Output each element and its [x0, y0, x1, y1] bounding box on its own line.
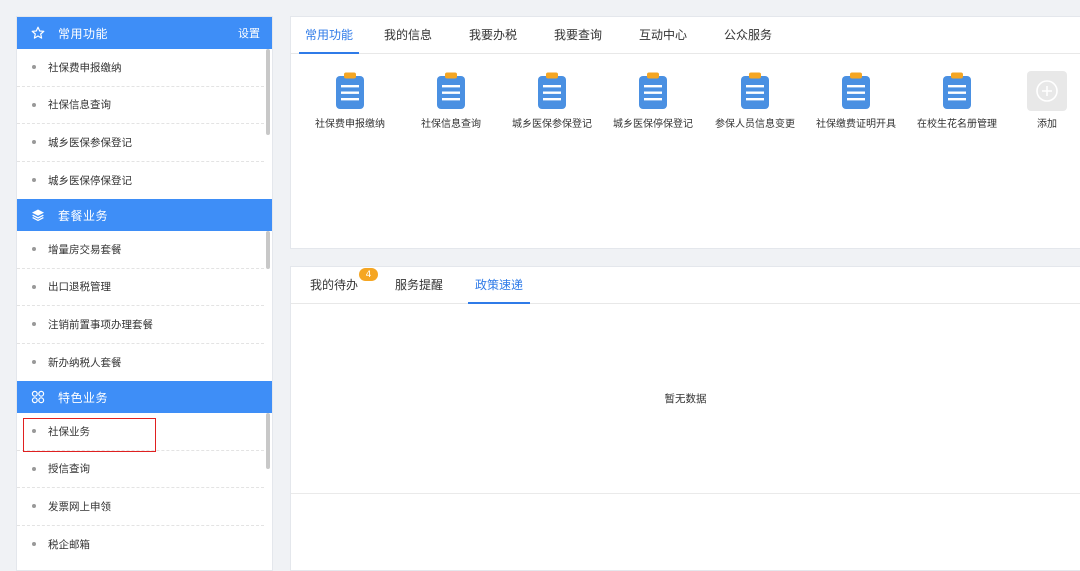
function-item[interactable]: 在校生花名册管理 — [911, 71, 1003, 131]
settings-link[interactable]: 设置 — [238, 25, 260, 41]
tab-tax-handling[interactable]: 我要办税 — [467, 16, 519, 53]
bullet-icon — [32, 466, 36, 471]
section-list-common: 社保费申报缴纳 社保信息查询 城乡医保参保登记 城乡医保停保登记 — [17, 49, 272, 199]
plus-circle-icon — [1027, 71, 1067, 111]
section-header-common: 常用功能 设置 — [17, 17, 272, 49]
sidebar-item[interactable]: 出口退税管理 — [17, 269, 264, 306]
function-label: 在校生花名册管理 — [917, 119, 997, 130]
functions-panel: 常用功能 我的信息 我要办税 我要查询 互动中心 公众服务 社保费申报缴纳 社保… — [290, 16, 1080, 249]
tab-my-info[interactable]: 我的信息 — [382, 16, 434, 53]
sidebar-item-label: 授信查询 — [48, 463, 90, 476]
sidebar-item-label: 增量房交易套餐 — [48, 243, 122, 256]
sidebar-item[interactable]: 城乡医保停保登记 — [17, 162, 264, 200]
sidebar-item-label: 社保信息查询 — [48, 99, 111, 112]
bullet-icon — [32, 504, 36, 509]
divider — [291, 493, 1080, 494]
sidebar-item-label: 发票网上申领 — [48, 500, 111, 513]
function-label: 添加 — [1037, 119, 1057, 130]
bullet-icon — [32, 429, 36, 434]
tab-query[interactable]: 我要查询 — [552, 16, 604, 53]
tab-label: 我的待办 — [309, 278, 358, 292]
sidebar-item-label: 社保业务 — [48, 425, 90, 438]
sidebar-item[interactable]: 城乡医保参保登记 — [17, 124, 264, 162]
section-header-special: 特色业务 — [17, 381, 272, 413]
sidebar-item[interactable]: 发票网上申领 — [17, 488, 264, 526]
layers-icon — [31, 208, 45, 222]
sidebar-item[interactable]: 新办纳税人套餐 — [17, 344, 264, 382]
clipboard-icon — [437, 72, 465, 109]
add-function-button[interactable]: 添加 — [1013, 71, 1080, 131]
bullet-icon — [32, 284, 36, 289]
bottom-tabs: 我的待办 4 服务提醒 政策速递 — [291, 267, 1080, 304]
function-label: 社保信息查询 — [421, 119, 481, 130]
top-tabs: 常用功能 我的信息 我要办税 我要查询 互动中心 公众服务 — [291, 17, 1080, 54]
bullet-icon — [32, 102, 36, 107]
bullet-icon — [32, 360, 36, 365]
todo-panel: 我的待办 4 服务提醒 政策速递 暂无数据 — [290, 266, 1080, 571]
function-item[interactable]: 参保人员信息变更 — [709, 71, 801, 131]
function-item[interactable]: 城乡医保停保登记 — [607, 71, 699, 131]
section-list-special: 社保业务 授信查询 发票网上申领 税企邮箱 — [17, 413, 272, 563]
clipboard-icon — [639, 72, 667, 109]
clipboard-icon — [943, 72, 971, 109]
section-title: 套餐业务 — [58, 208, 109, 223]
tab-interaction-center[interactable]: 互动中心 — [637, 16, 689, 53]
scrollbar-thumb[interactable] — [266, 49, 270, 135]
sidebar-item-label: 新办纳税人套餐 — [48, 356, 122, 369]
function-label: 城乡医保参保登记 — [512, 119, 592, 130]
clipboard-icon — [741, 72, 769, 109]
sidebar-item[interactable]: 注销前置事项办理套餐 — [17, 306, 264, 344]
tab-public-service[interactable]: 公众服务 — [722, 16, 774, 53]
bullet-icon — [32, 178, 36, 183]
todo-count-badge: 4 — [359, 268, 378, 281]
section-header-package: 套餐业务 — [17, 199, 272, 231]
sidebar-item-label: 社保费申报缴纳 — [48, 61, 122, 74]
star-icon — [31, 26, 45, 40]
clipboard-icon — [842, 72, 870, 109]
tab-policy-express[interactable]: 政策速递 — [468, 266, 530, 304]
clipboard-icon — [336, 72, 364, 109]
sidebar-item-label: 城乡医保参保登记 — [48, 136, 132, 149]
grid-icon — [31, 390, 45, 404]
clipboard-icon — [538, 72, 566, 109]
tab-my-todo[interactable]: 我的待办 4 — [308, 266, 378, 303]
sidebar: 常用功能 设置 社保费申报缴纳 社保信息查询 城乡医保参保登记 城乡医保停保登记… — [16, 16, 273, 571]
scrollbar-thumb[interactable] — [266, 413, 270, 469]
sidebar-item[interactable]: 授信查询 — [17, 451, 264, 488]
sidebar-item-label: 注销前置事项办理套餐 — [48, 318, 153, 331]
bullet-icon — [32, 322, 36, 327]
function-item[interactable]: 社保费申报缴纳 — [304, 71, 396, 131]
bullet-icon — [32, 140, 36, 145]
sidebar-item-social-security[interactable]: 社保业务 — [17, 413, 264, 451]
function-label: 参保人员信息变更 — [715, 119, 795, 130]
sidebar-item-label: 城乡医保停保登记 — [48, 174, 132, 187]
section-title: 特色业务 — [58, 390, 109, 405]
bullet-icon — [32, 542, 36, 547]
function-label: 城乡医保停保登记 — [613, 119, 693, 130]
function-item[interactable]: 社保信息查询 — [405, 71, 497, 131]
tab-service-reminder[interactable]: 服务提醒 — [393, 266, 445, 303]
sidebar-item-label: 税企邮箱 — [48, 538, 90, 551]
tab-common-functions[interactable]: 常用功能 — [299, 16, 359, 54]
sidebar-item[interactable]: 社保费申报缴纳 — [17, 49, 264, 87]
bullet-icon — [32, 65, 36, 70]
section-title: 常用功能 — [58, 26, 109, 41]
function-item[interactable]: 城乡医保参保登记 — [506, 71, 598, 131]
function-label: 社保费申报缴纳 — [315, 119, 385, 130]
function-grid: 社保费申报缴纳 社保信息查询 城乡医保参保登记 城乡医保停保登记 参保人员信息变… — [291, 54, 1080, 244]
section-list-package: 增量房交易套餐 出口退税管理 注销前置事项办理套餐 新办纳税人套餐 — [17, 231, 272, 381]
scrollbar-thumb[interactable] — [266, 231, 270, 269]
sidebar-item[interactable]: 社保信息查询 — [17, 87, 264, 124]
empty-state-text: 暂无数据 — [664, 393, 707, 405]
function-item[interactable]: 社保缴费证明开具 — [810, 71, 902, 131]
sidebar-item[interactable]: 税企邮箱 — [17, 526, 264, 564]
sidebar-item-label: 出口退税管理 — [48, 281, 111, 294]
bullet-icon — [32, 247, 36, 252]
function-label: 社保缴费证明开具 — [816, 119, 896, 130]
sidebar-item[interactable]: 增量房交易套餐 — [17, 231, 264, 269]
